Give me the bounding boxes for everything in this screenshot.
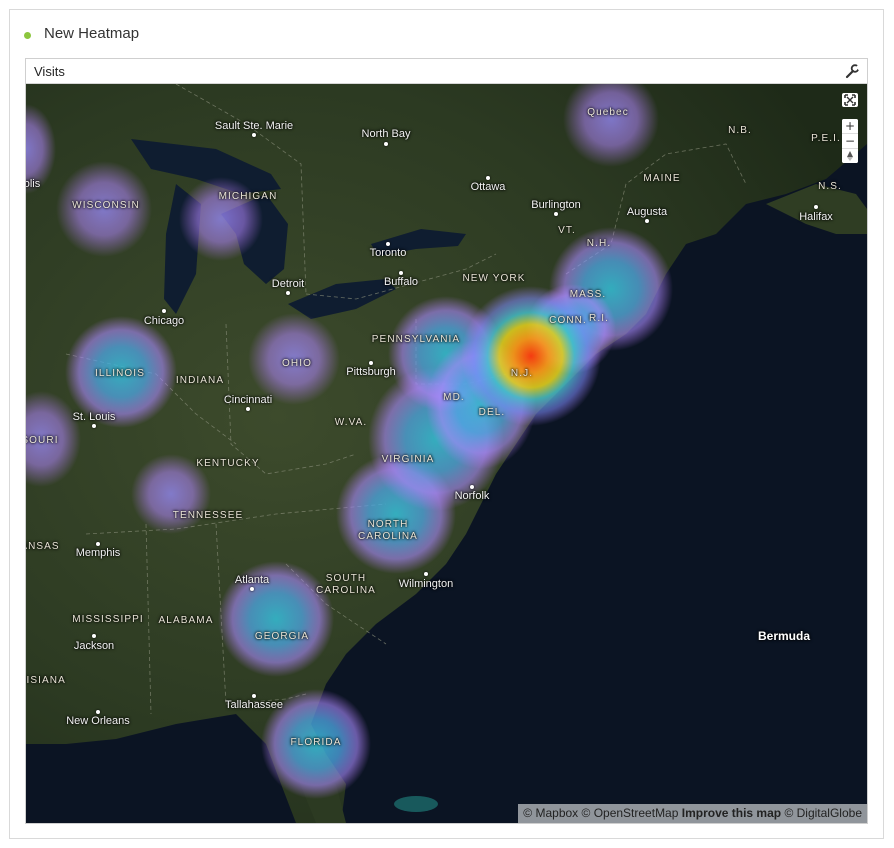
city-marker (486, 176, 490, 180)
zoom-in-button[interactable]: + (842, 119, 858, 134)
visits-widget: Visits Sault Ste. Marie North Bay Ottawa… (25, 58, 868, 824)
city-marker (470, 485, 474, 489)
panel-title: New Heatmap (44, 25, 140, 42)
panel-header: New Heatmap (10, 24, 883, 46)
city-marker (246, 407, 250, 411)
improve-map-link[interactable]: Improve this map (682, 806, 781, 820)
city-marker (645, 219, 649, 223)
map-attribution: © Mapbox © OpenStreetMap Improve this ma… (518, 804, 867, 823)
compass-icon[interactable] (842, 149, 858, 163)
city-marker (814, 205, 818, 209)
city-marker (424, 572, 428, 576)
city-marker (252, 694, 256, 698)
heatmap-map[interactable]: Sault Ste. Marie North Bay Ottawa Burlingto… (26, 84, 867, 823)
city-marker (92, 424, 96, 428)
attribution-mapbox[interactable]: © Mapbox (523, 806, 578, 820)
city-marker (384, 142, 388, 146)
city-marker (386, 242, 390, 246)
attribution-digitalglobe[interactable]: © DigitalGlobe (784, 806, 862, 820)
wrench-icon[interactable] (843, 62, 861, 80)
city-marker (250, 587, 254, 591)
widget-title: Visits (34, 64, 65, 79)
city-marker (252, 133, 256, 137)
zoom-out-button[interactable]: − (842, 134, 858, 149)
map-base (26, 84, 867, 823)
attribution-osm[interactable]: © OpenStreetMap (582, 806, 679, 820)
city-marker (554, 212, 558, 216)
fullscreen-icon[interactable] (842, 93, 858, 107)
status-dot (24, 32, 31, 39)
city-marker (96, 710, 100, 714)
zoom-controls: + − (842, 119, 858, 163)
city-marker (162, 309, 166, 313)
city-marker (399, 271, 403, 275)
city-marker (96, 542, 100, 546)
widget-header: Visits (26, 59, 867, 84)
city-marker (286, 291, 290, 295)
heatmap-panel: New Heatmap Visits Sault Ste. Marie Nort… (9, 9, 884, 839)
city-marker (369, 361, 373, 365)
city-marker (92, 634, 96, 638)
